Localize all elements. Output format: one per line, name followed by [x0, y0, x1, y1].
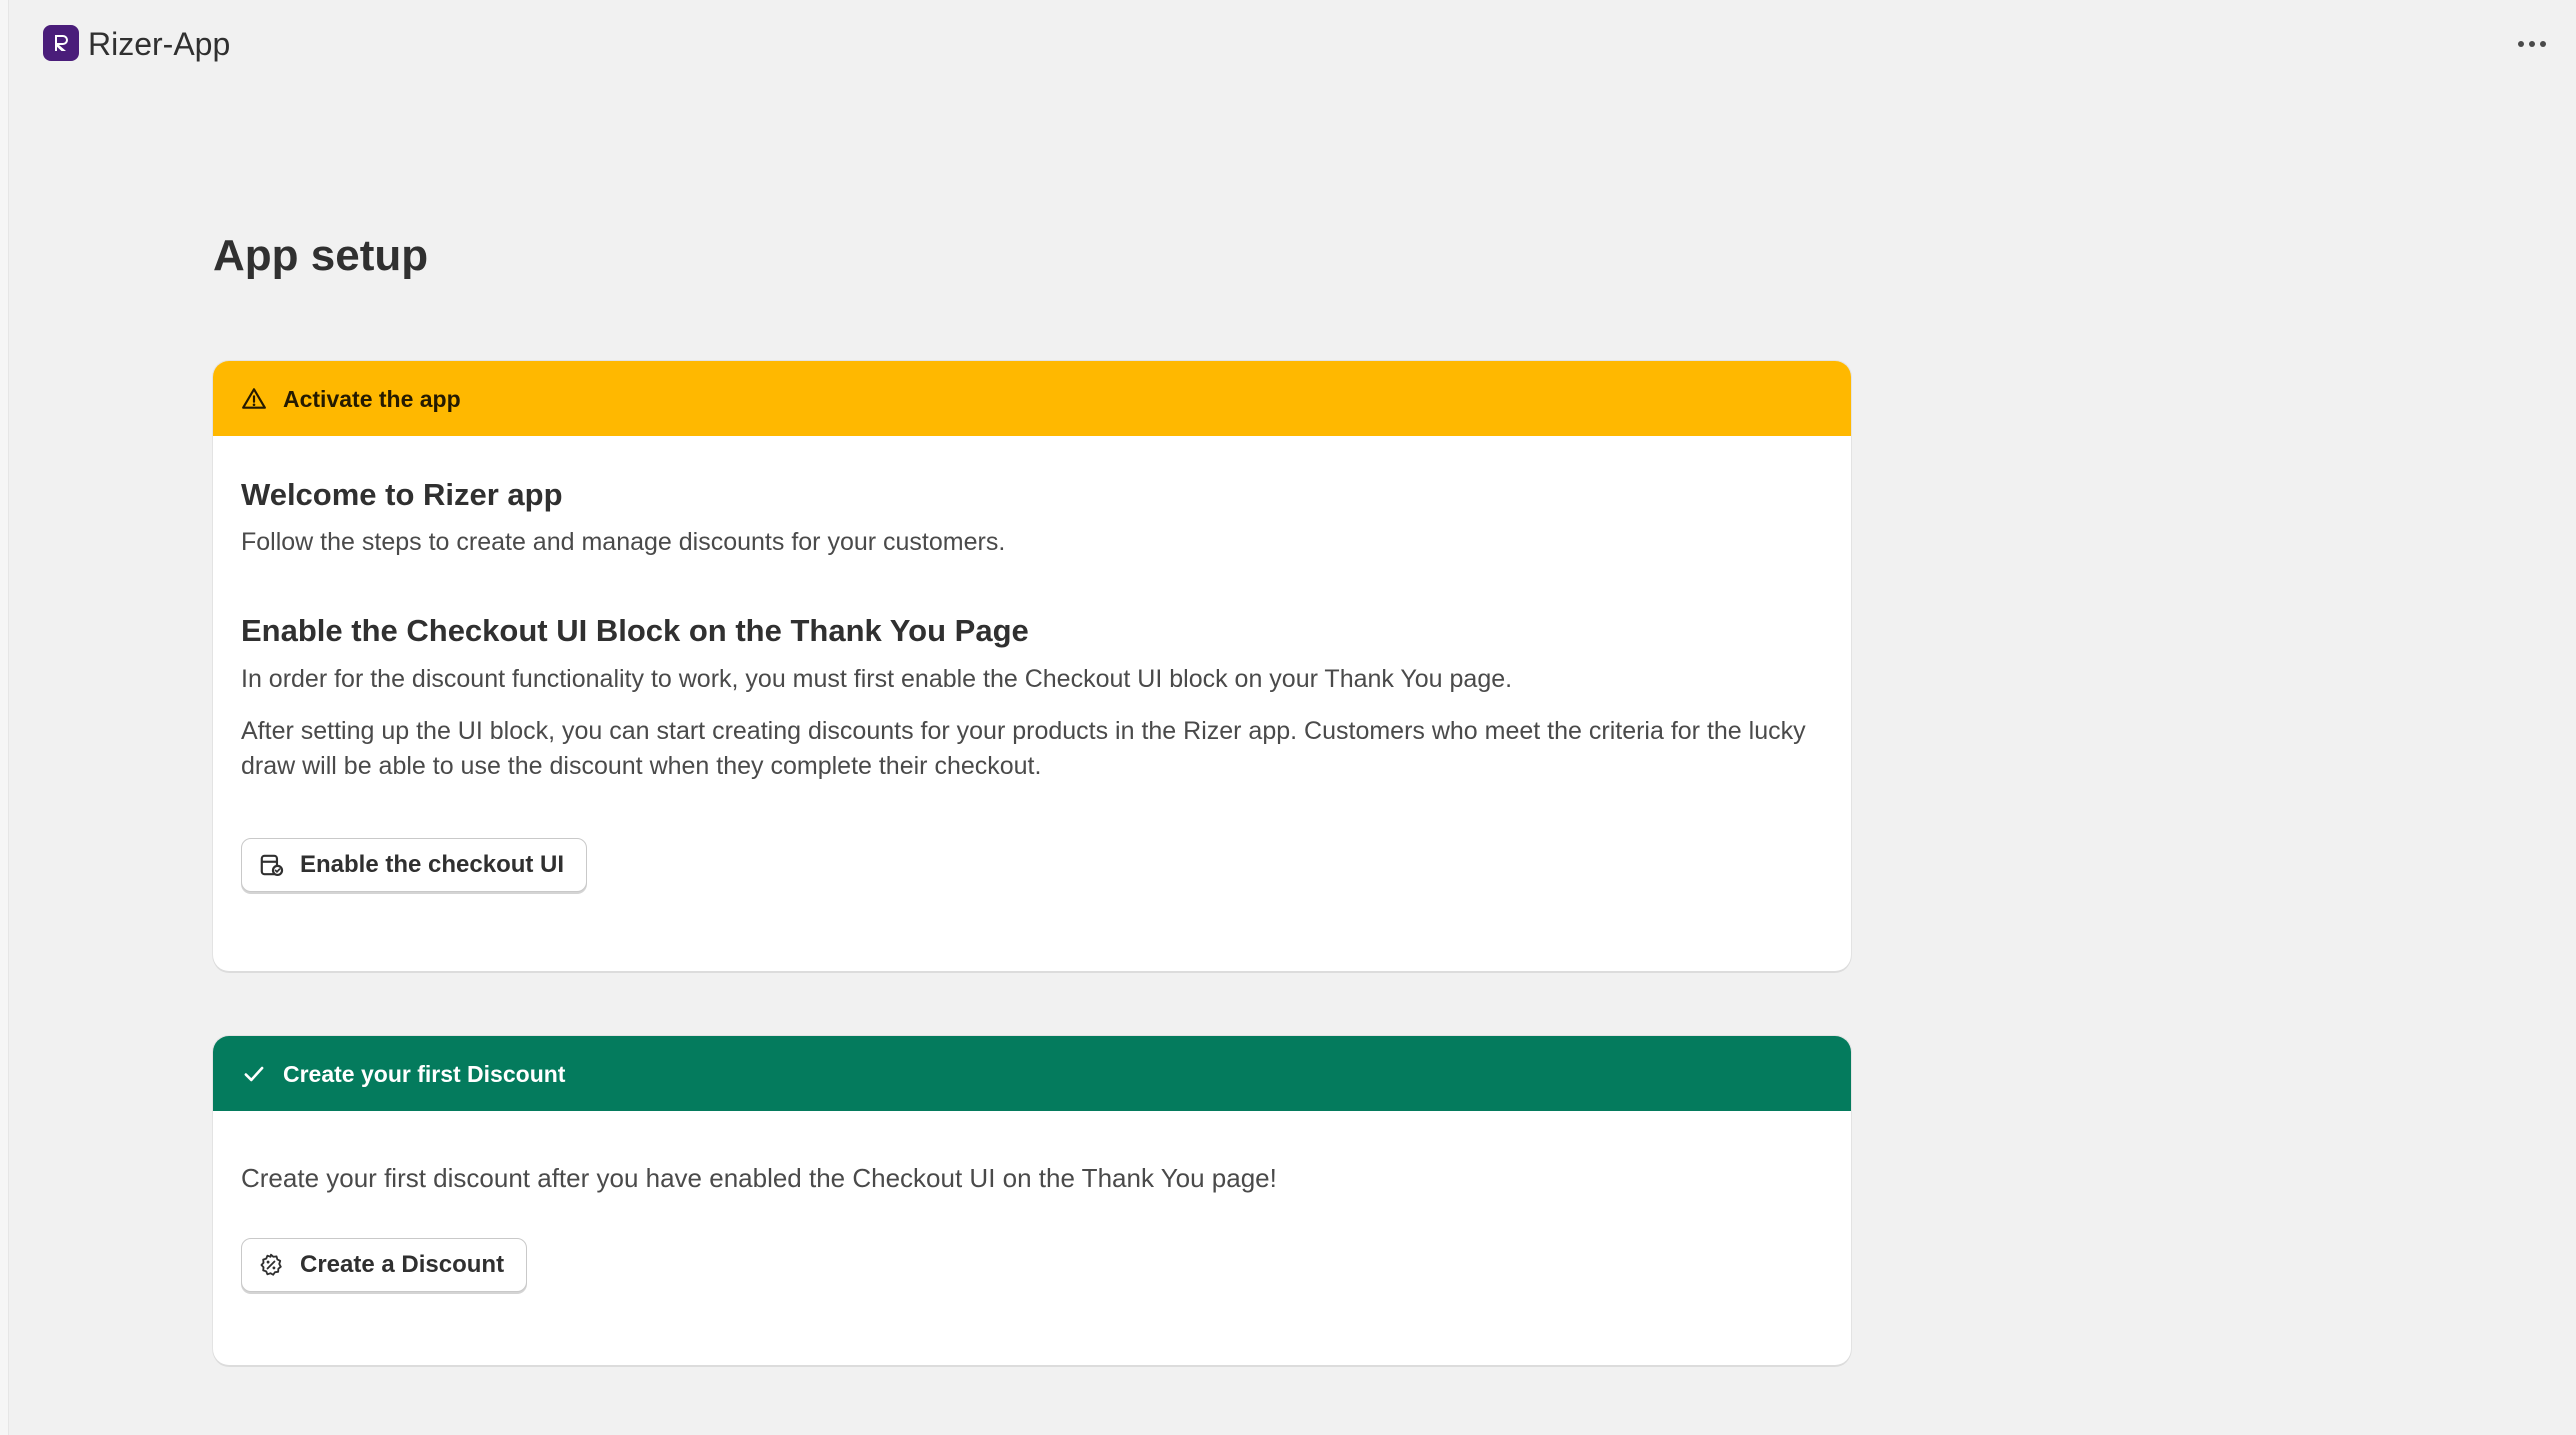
activate-app-card-body: Welcome to Rizer app Follow the steps to…: [213, 475, 1851, 892]
more-actions-button[interactable]: [2508, 24, 2556, 64]
rizer-logo-icon: [43, 25, 79, 61]
create-discount-banner-label: Create your first Discount: [283, 1060, 566, 1087]
page-title: App setup: [213, 231, 429, 280]
create-discount-button-label: Create a Discount: [300, 1251, 505, 1278]
more-horizontal-icon: [2518, 41, 2546, 47]
create-discount-button[interactable]: Create a Discount: [241, 1238, 528, 1292]
enable-checkout-instructions: In order for the discount functionality …: [241, 665, 1513, 693]
enable-checkout-ui-button[interactable]: Enable the checkout UI: [241, 838, 588, 892]
left-edge-border: [0, 0, 9, 1435]
enable-checkout-details: After setting up the UI block, you can s…: [241, 717, 1806, 780]
activate-app-banner-label: Activate the app: [283, 385, 461, 412]
welcome-heading: Welcome to Rizer app: [241, 477, 563, 512]
activate-app-card: Activate the app Welcome to Rizer app Fo…: [213, 361, 1851, 971]
checkout-block-icon: [258, 852, 284, 878]
app-name: Rizer-App: [88, 26, 231, 62]
checkmark-icon: [241, 1061, 267, 1087]
enable-checkout-heading: Enable the Checkout UI Block on the Than…: [241, 613, 1029, 648]
create-discount-card-body: Create your first discount after you hav…: [213, 1161, 1851, 1292]
discount-badge-icon: [258, 1252, 284, 1278]
warning-triangle-icon: [241, 386, 267, 412]
app-top-bar: Rizer-App: [0, 0, 2576, 88]
create-discount-banner: Create your first Discount: [213, 1036, 1851, 1111]
create-discount-card: Create your first Discount Create your f…: [213, 1036, 1851, 1365]
welcome-text: Follow the steps to create and manage di…: [241, 528, 1006, 556]
create-discount-text: Create your first discount after you hav…: [241, 1163, 1277, 1193]
enable-checkout-ui-button-label: Enable the checkout UI: [300, 851, 565, 878]
activate-app-banner: Activate the app: [213, 361, 1851, 436]
